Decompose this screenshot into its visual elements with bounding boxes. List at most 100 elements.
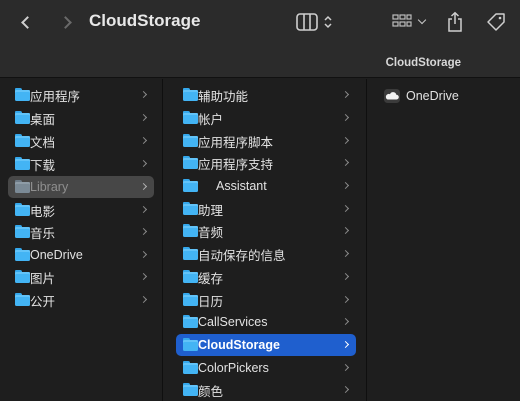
folder-icon [183,270,198,283]
sidebar-item-onedrive[interactable]: OneDrive [8,244,154,266]
folder-icon [15,270,30,283]
folder-icon [183,134,198,147]
list-item[interactable]: 自动保存的信息 [176,243,356,265]
chevron-right-icon [139,136,148,145]
list-item-label: 颜色 [198,384,224,399]
sidebar-item-public[interactable]: 公开 [8,289,154,311]
sidebar-item-label: Library [30,180,69,194]
list-item-label: 助理 [198,203,224,218]
chevron-right-icon [341,181,350,190]
sidebar-item-downloads[interactable]: 下载 [8,153,154,175]
list-item[interactable]: CallServices [176,311,356,333]
folder-icon [15,293,30,306]
list-item[interactable]: 辅助功能 [176,84,356,106]
chevron-right-icon [341,385,350,394]
onedrive-cloud-icon [384,89,400,103]
folder-icon [15,111,30,124]
chevron-right-icon [341,204,350,213]
folder-icon [15,225,30,238]
list-item-label: CallServices [198,315,268,329]
folder-icon [15,203,30,216]
chevron-right-icon [341,226,350,235]
list-item-label: CloudStorage [198,338,280,352]
sidebar-item-music[interactable]: 音乐 [8,221,154,243]
folder-icon [183,315,198,328]
list-item-selected[interactable]: CloudStorage [176,334,356,356]
list-item-label: 应用程序脚本 [198,135,274,150]
chevron-right-icon [341,295,350,304]
chevron-right-icon [139,205,148,214]
folder-icon [183,361,198,374]
sidebar-item-movies[interactable]: 电影 [8,199,154,221]
chevron-right-icon [341,340,350,349]
list-item-label: 日历 [198,294,224,309]
folder-icon [15,248,30,261]
sidebar-item-label: 桌面 [30,112,56,127]
list-item-label: Assistant [216,179,267,193]
list-item[interactable]: Assistant [176,175,356,197]
list-item[interactable]: 助理 [176,198,356,220]
chevron-right-icon [341,90,350,99]
folder-icon [183,111,198,124]
window-title: CloudStorage [89,11,201,30]
chevron-down-icon [417,15,426,25]
sidebar-item-documents[interactable]: 文档 [8,130,154,152]
list-item[interactable]: 应用程序支持 [176,152,356,174]
sidebar-item-label: 应用程序 [30,89,81,104]
sidebar-item-applications[interactable]: 应用程序 [8,84,154,106]
group-icon [391,14,412,27]
sidebar-item-pictures[interactable]: 图片 [8,266,154,288]
chevron-right-icon [341,363,350,372]
chevron-right-icon [341,249,350,258]
sidebar-item-label: OneDrive [30,248,83,262]
chevron-right-icon [341,113,350,122]
tag-icon [487,13,505,31]
list-item[interactable]: ColorPickers [176,357,356,379]
sidebar-item-library[interactable]: Library [8,176,154,198]
sidebar-item-label: 电影 [30,204,56,219]
chevron-right-icon [341,136,350,145]
list-item[interactable]: 音频 [176,220,356,242]
folder-icon [183,293,198,306]
list-item-label: 辅助功能 [198,89,249,104]
column-view-icon [295,13,318,31]
list-item[interactable]: 缓存 [176,266,356,288]
list-item[interactable]: 帐户 [176,107,356,129]
chevron-right-icon [58,15,72,29]
sidebar-item-label: 公开 [30,294,56,309]
chevron-right-icon [139,113,148,122]
list-item[interactable]: 颜色 [176,379,356,401]
chevron-right-icon [139,272,148,281]
back-button[interactable] [14,8,40,36]
list-item-label: 应用程序支持 [198,157,274,172]
share-button[interactable] [442,8,468,36]
folder-icon [183,247,198,260]
chevron-right-icon [341,158,350,167]
share-icon [448,11,462,32]
path-header: CloudStorage [0,44,520,78]
folder-icon [15,180,30,193]
folder-icon [183,156,198,169]
chevron-right-icon [139,159,148,168]
list-item[interactable]: 应用程序脚本 [176,130,356,152]
folder-icon [15,134,30,147]
sidebar-item-label: 音乐 [30,226,56,241]
sidebar-item-label: 图片 [30,271,56,286]
folder-icon [183,202,198,215]
toolbar: CloudStorage [0,0,520,44]
list-item-label: ColorPickers [198,361,269,375]
view-mode-button[interactable] [290,8,338,36]
folder-icon [183,383,198,396]
list-item-label: 帐户 [198,112,224,127]
list-item[interactable]: 日历 [176,289,356,311]
chevron-left-icon [20,15,34,29]
sidebar-item-desktop[interactable]: 桌面 [8,107,154,129]
folder-icon [15,88,30,101]
chevron-right-icon [139,90,148,99]
chevron-updown-icon [323,15,332,29]
forward-button[interactable] [52,8,78,36]
tag-button[interactable] [482,8,510,36]
list-item-onedrive[interactable]: OneDrive [376,85,459,107]
cloudstorage-column [368,79,520,401]
group-button[interactable] [386,8,430,36]
